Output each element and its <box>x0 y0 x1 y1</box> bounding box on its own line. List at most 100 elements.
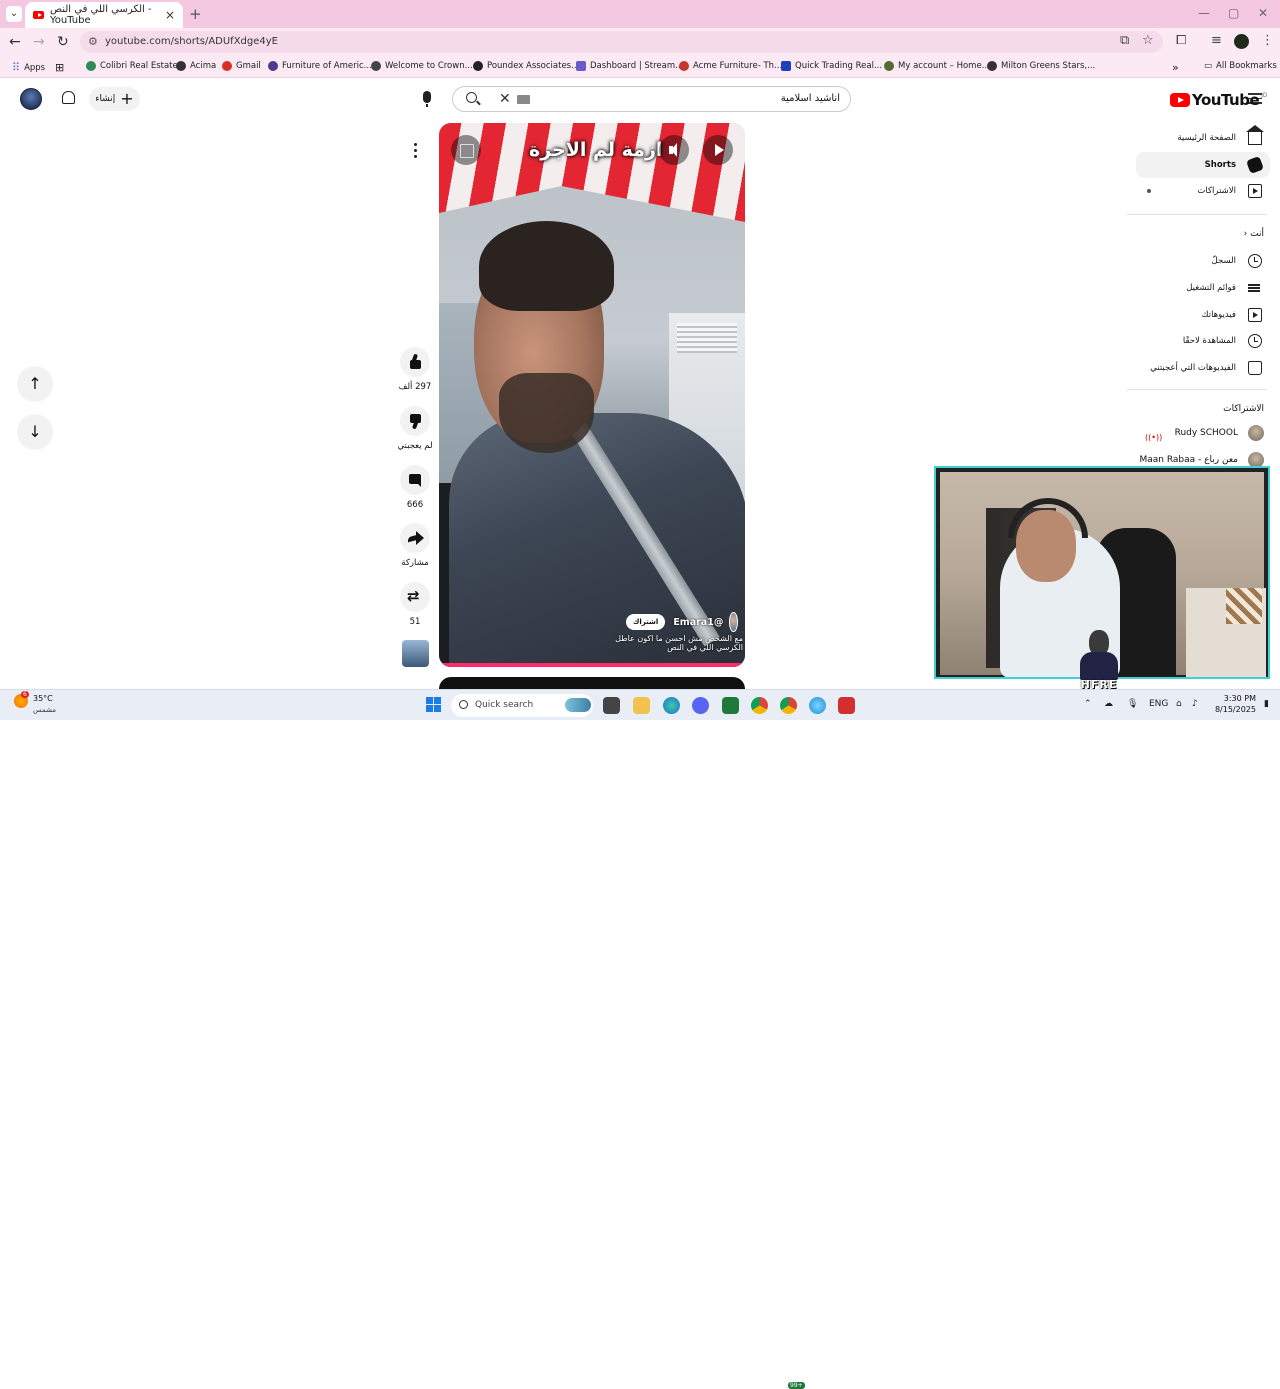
search-icon[interactable] <box>466 92 477 103</box>
previous-short-button[interactable]: ↑ <box>17 366 53 402</box>
bookmark-item[interactable]: Furniture of Americ... <box>268 61 372 71</box>
short-caption[interactable]: مع الشخص مش احسن ما اكون عاطل الكرسي الل… <box>611 634 743 652</box>
tab-search-icon[interactable]: ⌄ <box>6 6 22 22</box>
keyboard-icon[interactable] <box>517 95 530 104</box>
profile-avatar[interactable] <box>1234 34 1249 49</box>
bookmark-item[interactable]: Acme Furniture- Th... <box>679 61 782 71</box>
volume-icon[interactable] <box>659 135 689 165</box>
sidebar-item-home[interactable]: الصفحة الرئيسية <box>1136 125 1270 151</box>
bookmark-apps[interactable]: ⠿ Apps <box>12 61 45 74</box>
create-button[interactable]: إنشاء + <box>89 87 140 111</box>
browser-tab-active[interactable]: الكرسي اللي في النص - YouTube × <box>25 2 183 28</box>
channel-avatar[interactable] <box>729 612 738 632</box>
bookmark-item[interactable]: My account – Home... <box>884 61 990 71</box>
youtube-favicon-icon <box>33 11 44 19</box>
sidebar-item-your-videos[interactable]: فيديوهاتك <box>1136 302 1270 328</box>
tab-close-icon[interactable]: × <box>165 8 175 22</box>
media-control-icon[interactable]: ≡ <box>1211 33 1222 48</box>
sidebar-item-playlists[interactable]: قوائم التشغيل <box>1136 275 1270 301</box>
discord-icon[interactable] <box>692 697 709 714</box>
site-info-icon[interactable]: ⚙ <box>88 31 98 53</box>
window-close-icon[interactable]: ✕ <box>1258 6 1268 20</box>
sidebar-item-history[interactable]: السجلّ <box>1136 248 1270 274</box>
like-button[interactable] <box>400 347 430 377</box>
reload-icon[interactable]: ↻ <box>57 34 69 50</box>
comments-button[interactable] <box>400 465 430 495</box>
search-input[interactable]: اناشيد اسلامية <box>781 93 840 104</box>
webcam-pillow <box>1226 588 1262 624</box>
plus-icon: + <box>120 89 134 108</box>
shorts-video-player[interactable]: ازمة لم الاجرة @Emara1 اشتراك مع الشخص م… <box>439 123 745 667</box>
all-bookmarks-button[interactable]: ▭ All Bookmarks <box>1204 61 1277 71</box>
weather-icon[interactable]: 6 <box>14 691 29 708</box>
mic-tray-icon[interactable]: 🎙 <box>1127 699 1138 709</box>
google-apps-icon[interactable]: ⊞ <box>55 61 64 74</box>
bookmark-item[interactable]: Dashboard | Stream... <box>576 61 683 71</box>
back-arrow-icon[interactable]: ← <box>9 34 21 50</box>
cloud-icon[interactable]: ☁ <box>1104 699 1113 709</box>
subscribe-button[interactable]: اشتراك <box>626 614 666 630</box>
more-bookmarks-icon[interactable]: » <box>1172 61 1179 74</box>
sidebar-channel-item[interactable]: Rudy SCHOOL <box>1175 423 1264 443</box>
app-icon[interactable] <box>722 697 739 714</box>
minimize-icon[interactable]: — <box>1198 6 1210 20</box>
bookmark-item[interactable]: Poundex Associates... <box>473 61 579 71</box>
clear-search-icon[interactable]: ✕ <box>499 91 511 107</box>
edge-icon[interactable] <box>663 697 680 714</box>
install-app-icon[interactable]: ⧉ <box>1120 33 1129 48</box>
forward-arrow-icon[interactable]: → <box>33 34 45 50</box>
extensions-icon[interactable]: ⧠ <box>1176 33 1186 48</box>
task-view-icon[interactable] <box>603 697 620 714</box>
chrome-profile-icon[interactable] <box>780 697 797 714</box>
bookmark-item[interactable]: Quick Trading Real... <box>781 61 882 71</box>
notifications-icon[interactable]: ▮ <box>1264 699 1269 709</box>
search-box[interactable]: اناشيد اسلامية ✕ <box>452 86 851 112</box>
play-icon[interactable] <box>703 135 733 165</box>
dislike-button[interactable] <box>400 406 430 436</box>
bookmark-star-icon[interactable]: ☆ <box>1142 33 1154 48</box>
channel-name[interactable]: @Emara1 <box>673 617 723 628</box>
next-short-button[interactable]: ↓ <box>17 414 53 450</box>
file-explorer-icon[interactable] <box>633 697 650 714</box>
sidebar-item-watch-later[interactable]: المشاهدة لاحقًا <box>1136 328 1270 354</box>
sound-thumbnail[interactable] <box>402 640 429 667</box>
apps-grid-icon: ⠿ <box>12 61 21 74</box>
share-button[interactable] <box>400 523 430 553</box>
sidebar-item-subscriptions[interactable]: الاشتراكات <box>1136 178 1270 204</box>
youtube-logo[interactable]: YouTube JO <box>1170 91 1267 109</box>
sidebar-item-shorts[interactable]: Shorts <box>1136 152 1270 178</box>
system-clock[interactable]: 3:30 PM 8/15/2025 <box>1210 693 1256 715</box>
url-text: youtube.com/shorts/ADUfXdge4yE <box>105 36 278 47</box>
language-indicator[interactable]: ENG <box>1149 699 1168 709</box>
video-progress-bar[interactable] <box>439 663 745 667</box>
sidebar-you-heading[interactable]: أنت ‹ <box>1244 229 1264 239</box>
start-button[interactable] <box>426 697 442 713</box>
new-tab-button[interactable]: + <box>189 5 202 23</box>
chrome-icon[interactable] <box>751 697 768 714</box>
bookmark-item[interactable]: Milton Greens Stars,... <box>987 61 1095 71</box>
bookmark-item[interactable]: Colibri Real Estate <box>86 61 178 71</box>
bookmark-favicon-icon <box>884 61 894 71</box>
address-bar[interactable]: ⚙ youtube.com/shorts/ADUfXdge4yE <box>80 31 1163 53</box>
weather-temp[interactable]: 35°C <box>33 694 53 703</box>
next-short-preview[interactable] <box>439 677 745 689</box>
volume-tray-icon[interactable]: ♪ <box>1192 699 1198 709</box>
video-frame-person <box>499 373 594 453</box>
maximize-icon[interactable]: ▢ <box>1228 6 1239 20</box>
bookmark-item[interactable]: Welcome to Crown... <box>371 61 473 71</box>
network-icon[interactable]: ⌂ <box>1176 699 1182 709</box>
remix-button[interactable] <box>400 582 430 612</box>
more-actions-icon[interactable] <box>400 135 430 165</box>
tray-overflow-icon[interactable]: ⌃ <box>1084 699 1092 709</box>
voice-search-icon[interactable] <box>423 91 431 107</box>
fullscreen-icon[interactable] <box>451 135 481 165</box>
account-avatar[interactable] <box>20 88 42 110</box>
sidebar-item-liked-videos[interactable]: الفيديوهات التي أعجبتني <box>1136 355 1270 381</box>
bookmark-item[interactable]: Gmail <box>222 61 261 71</box>
app-icon[interactable] <box>809 697 826 714</box>
notifications-bell-icon[interactable] <box>62 91 75 104</box>
bookmark-item[interactable]: Acima <box>176 61 216 71</box>
playlists-icon <box>1248 281 1262 295</box>
recorder-icon[interactable] <box>838 697 855 714</box>
browser-menu-icon[interactable]: ⋮ <box>1261 33 1274 48</box>
